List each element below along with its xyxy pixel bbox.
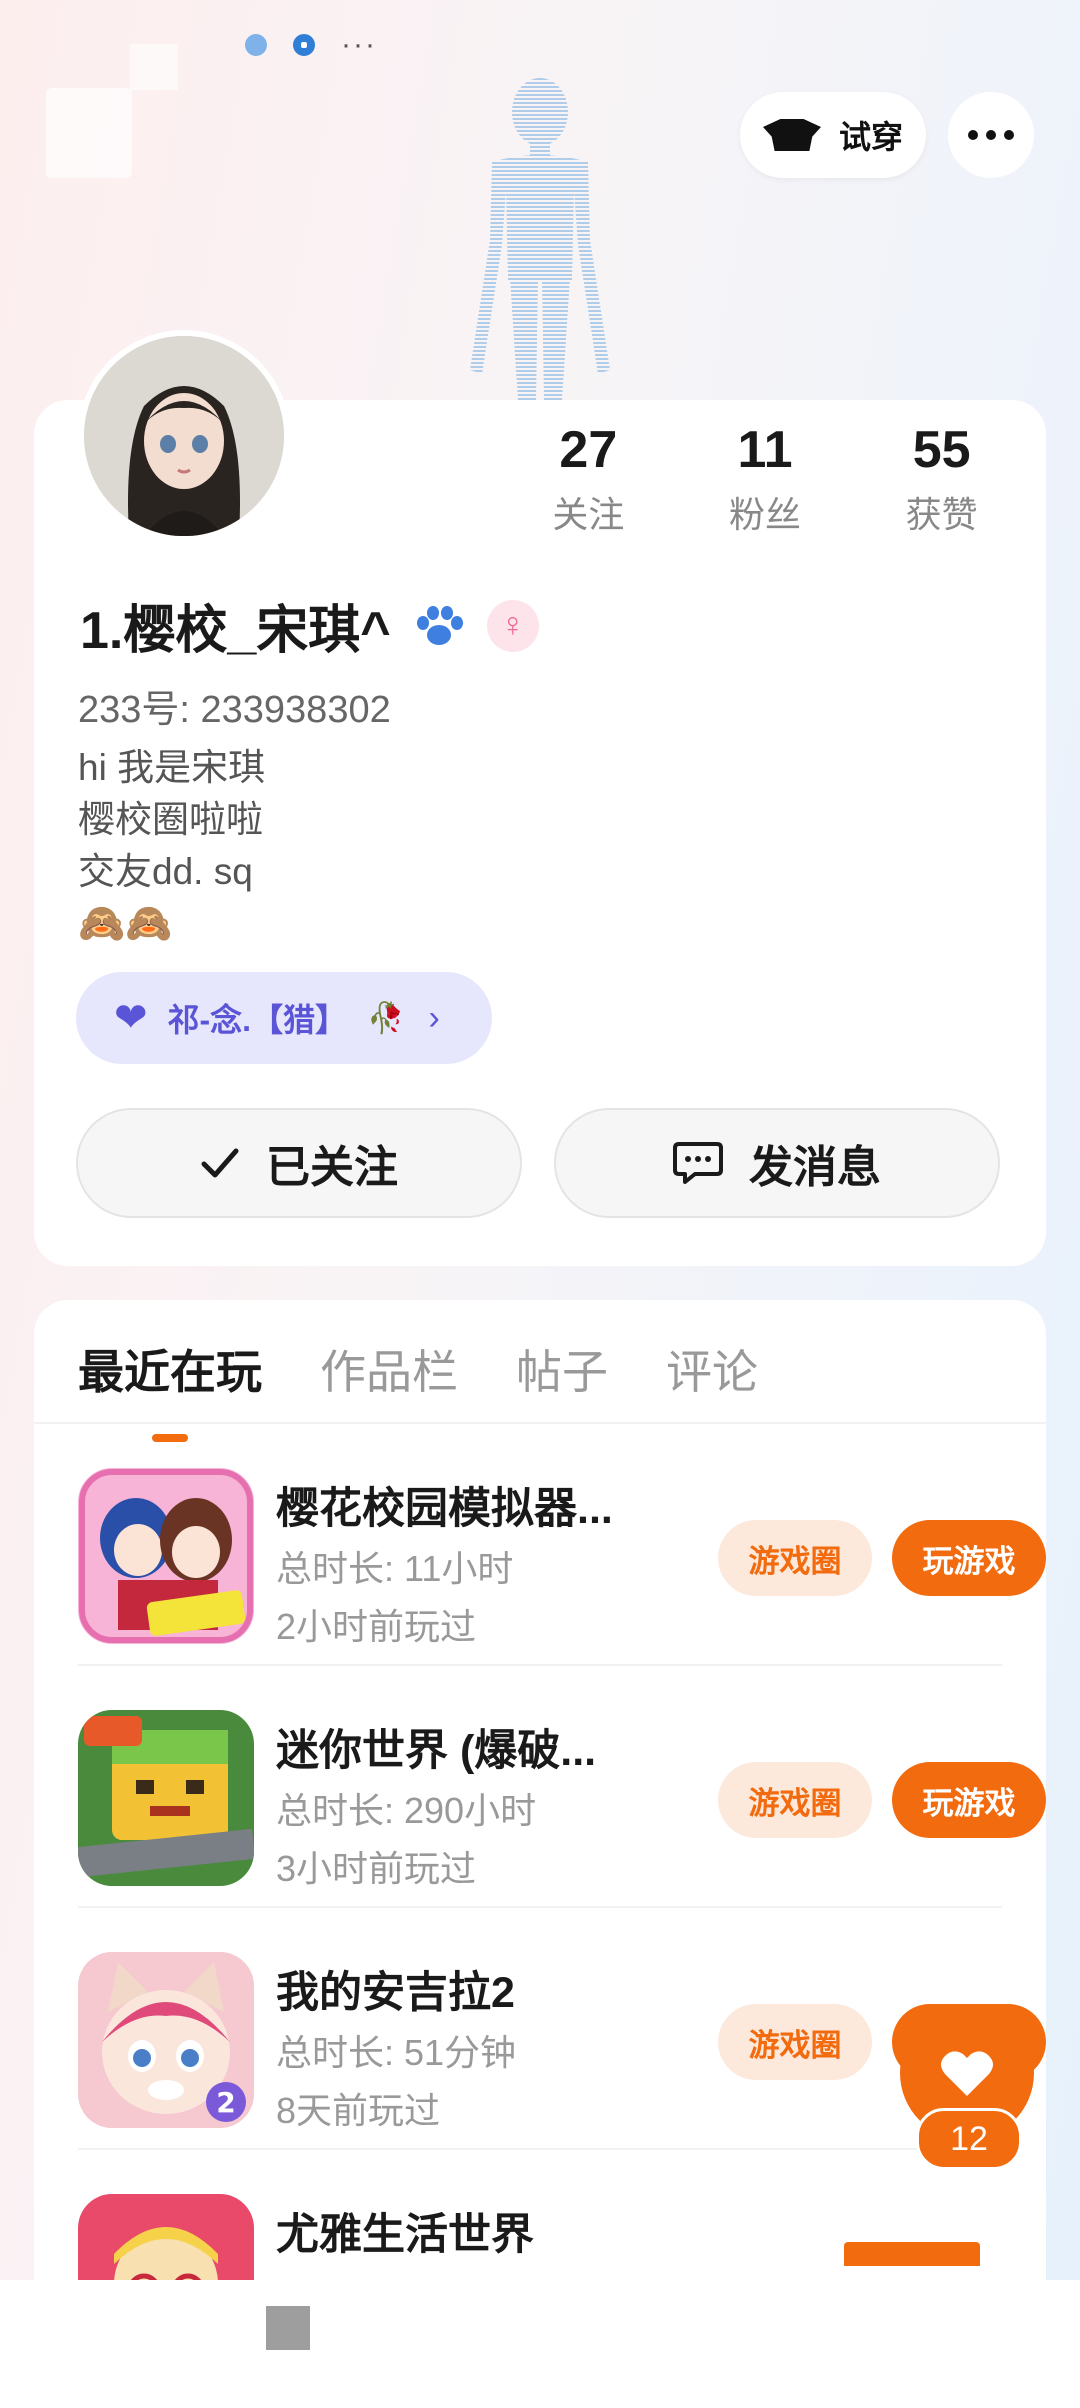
heart-icon: ❤ <box>114 996 148 1040</box>
stat-following[interactable]: 27 关注 <box>500 420 677 538</box>
avatar-image <box>84 336 284 536</box>
game-icon[interactable]: 2 <box>78 1952 254 2128</box>
content-tabs: 最近在玩 作品栏 帖子 评论 <box>78 1336 758 1442</box>
stat-followers[interactable]: 11 粉丝 <box>677 420 854 538</box>
app-notification-icon <box>245 34 267 56</box>
svg-text:2: 2 <box>216 2086 235 2119</box>
game-icon[interactable] <box>78 1468 254 1644</box>
bottom-placeholder-icon <box>266 2306 310 2350</box>
tab-recently-played[interactable]: 最近在玩 <box>78 1336 262 1442</box>
tab-posts[interactable]: 帖子 <box>516 1336 608 1402</box>
game-last-played: 8天前玩过 <box>276 2090 441 2131</box>
content-card: 最近在玩 作品栏 帖子 评论 樱花校园模拟器... 总时长: 11小时 2小时前… <box>34 1300 1046 2280</box>
play-game-button-partial[interactable] <box>844 2242 980 2266</box>
game-row[interactable]: 迷你世界 (爆破... 总时长: 290小时 3小时前玩过 游戏圈 玩游戏 <box>78 1666 1046 1908</box>
check-icon <box>201 1148 239 1178</box>
more-notifications-icon: ··· <box>341 28 377 61</box>
rose-emoji: 🥀 <box>367 1001 405 1035</box>
game-row[interactable]: 2 我的安吉拉2 总时长: 51分钟 8天前玩过 游戏圈 玩游戏 <box>78 1908 1046 2150</box>
game-title: 尤雅生活世界 <box>276 2211 534 2259</box>
game-last-played: 2小时前玩过 <box>276 1606 477 1647</box>
play-game-button[interactable]: 玩游戏 <box>892 1762 1046 1838</box>
game-circle-button[interactable]: 游戏圈 <box>718 1762 872 1838</box>
relationship-tag[interactable]: ❤ 祁-念.【猎】 🥀 › <box>76 972 492 1064</box>
stat-label: 获赞 <box>905 494 978 535</box>
stat-value: 27 <box>559 421 618 479</box>
avatar[interactable] <box>78 330 290 542</box>
relationship-tag-label: 祁-念.【猎】 <box>167 1002 348 1038</box>
username: 1.樱校_宋琪^ <box>80 602 391 660</box>
game-duration: 总时长: 51分钟 <box>276 2032 517 2073</box>
placeholder-block <box>130 44 178 90</box>
send-message-label: 发消息 <box>749 1143 881 1192</box>
bio-line: 交友dd. sq <box>78 851 253 892</box>
more-dot-icon <box>986 130 996 140</box>
profile-stats: 27 关注 11 粉丝 55 获赞 <box>500 420 1030 538</box>
game-row[interactable]: 樱花校园模拟器... 总时长: 11小时 2小时前玩过 游戏圈 玩游戏 <box>78 1424 1046 1666</box>
like-count-badge: 12 <box>916 2108 1022 2170</box>
followed-button[interactable]: 已关注 <box>76 1108 522 1218</box>
followed-label: 已关注 <box>266 1143 398 1192</box>
stat-likes[interactable]: 55 获赞 <box>853 420 1030 538</box>
user-id: 233号: 233938302 <box>78 689 391 731</box>
send-message-button[interactable]: 发消息 <box>554 1108 1000 1218</box>
play-game-button[interactable]: 玩游戏 <box>892 1520 1046 1596</box>
game-last-played: 3小时前玩过 <box>276 1848 477 1889</box>
try-on-label: 试穿 <box>838 119 903 155</box>
back-button-placeholder[interactable] <box>46 88 132 178</box>
bio-line: hi 我是宋琪 <box>78 747 266 788</box>
game-title: 樱花校园模拟器... <box>276 1485 613 1533</box>
chevron-right-icon: › <box>428 998 440 1037</box>
more-dot-icon <box>968 130 978 140</box>
game-icon[interactable] <box>78 2194 254 2280</box>
heart-icon <box>941 2051 993 2096</box>
more-dot-icon <box>1004 130 1014 140</box>
bio-line: 樱校圈啦啦 <box>78 799 263 840</box>
bottom-bar <box>0 2280 1080 2408</box>
avatar-figure <box>470 78 610 400</box>
stat-value: 11 <box>737 421 793 479</box>
paw-icon <box>416 605 463 645</box>
game-circle-button[interactable]: 游戏圈 <box>718 2004 872 2080</box>
stat-label: 粉丝 <box>729 494 802 535</box>
tshirt-icon <box>762 119 821 151</box>
try-on-button[interactable]: 试穿 <box>740 92 926 178</box>
stat-value: 55 <box>912 421 971 479</box>
message-icon <box>673 1142 723 1184</box>
name-row: 1.樱校_宋琪^ ♀ <box>80 588 539 663</box>
game-icon[interactable] <box>78 1710 254 1886</box>
bio-emoji: 🙈🙈 <box>78 903 173 945</box>
tab-comments[interactable]: 评论 <box>666 1336 758 1402</box>
tab-works[interactable]: 作品栏 <box>320 1336 458 1402</box>
game-title: 我的安吉拉2 <box>276 1969 515 2017</box>
more-options-button[interactable] <box>948 92 1034 178</box>
female-gender-icon: ♀ <box>486 599 539 652</box>
game-title: 迷你世界 (爆破... <box>276 1727 597 1775</box>
game-circle-button[interactable]: 游戏圈 <box>718 1520 872 1596</box>
status-icons: ··· <box>245 28 377 61</box>
game-duration: 总时长: 290小时 <box>276 1790 537 1831</box>
game-duration: 总时长: 11小时 <box>276 1548 514 1589</box>
stat-label: 关注 <box>552 494 625 535</box>
bio: hi 我是宋琪 樱校圈啦啦 交友dd. sq 🙈🙈 <box>78 742 265 950</box>
app-notification-icon <box>293 34 315 56</box>
